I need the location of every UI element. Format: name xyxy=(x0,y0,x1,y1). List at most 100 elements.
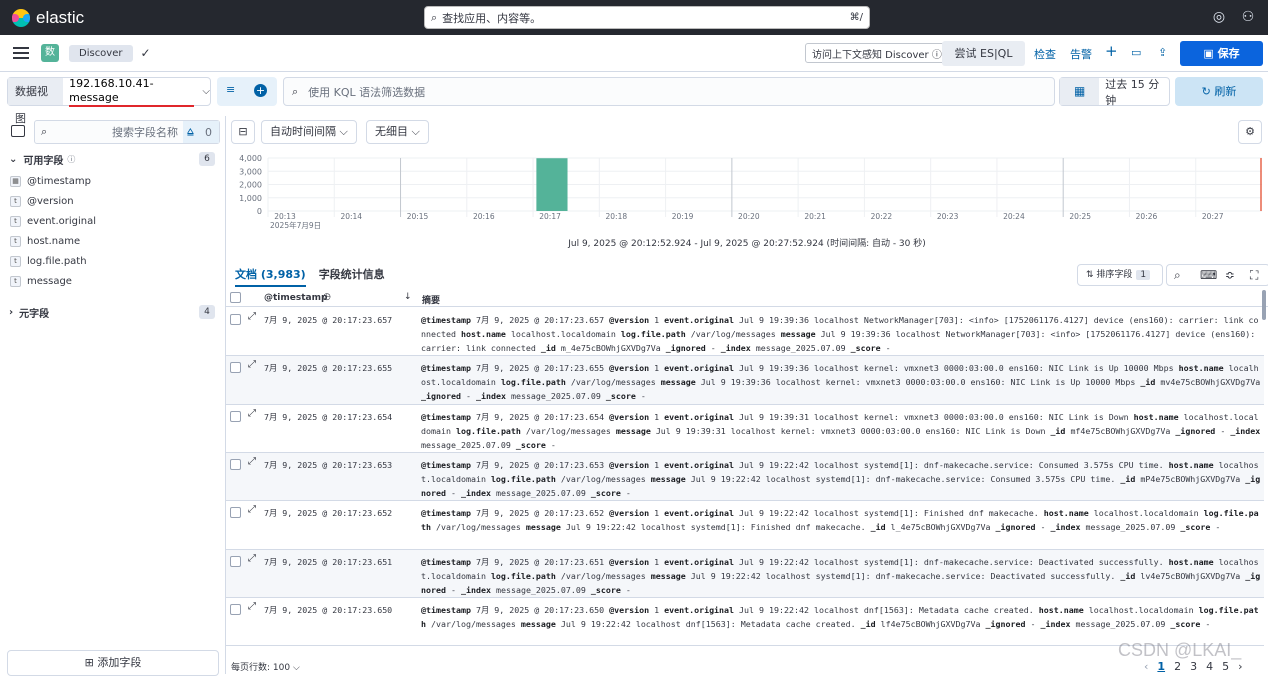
elastic-logo-icon xyxy=(12,8,30,27)
summary-value: message_2025.07.09 xyxy=(421,440,511,451)
table-row[interactable]: ⤢ 7月 9, 2025 @ 20:17:23.651 @timestamp 7月 … xyxy=(226,550,1264,598)
calendar-icon[interactable]: ▦ xyxy=(1060,78,1100,105)
scrollbar[interactable] xyxy=(1262,290,1266,320)
field-search-input[interactable]: ⌕ 搜索字段名称 ⩠ 0 xyxy=(34,120,220,144)
table-row[interactable]: ⤢ 7月 9, 2025 @ 20:17:23.655 @timestamp 7月 … xyxy=(226,356,1264,405)
next-page-icon[interactable]: › xyxy=(1238,660,1242,673)
row-checkbox[interactable] xyxy=(230,556,241,567)
field-filter-button[interactable]: ⩠ 0 xyxy=(183,121,219,143)
available-fields-toggle[interactable]: ⌄ 可用字段 ⓘ xyxy=(9,152,75,167)
table-row[interactable]: ⤢ 7月 9, 2025 @ 20:17:23.654 @timestamp 7月 … xyxy=(226,405,1264,453)
alerts-link[interactable]: 告警 xyxy=(1070,46,1092,62)
summary-column-header[interactable]: 摘要 xyxy=(422,293,440,306)
expand-row-icon[interactable]: ⤢ xyxy=(248,456,256,467)
rows-per-page-label: 每页行数: 100 xyxy=(231,663,291,673)
collapse-sidebar-icon[interactable] xyxy=(11,125,25,137)
summary-value: - xyxy=(550,440,556,451)
dataview-value[interactable]: 192.168.10.41-message xyxy=(69,77,195,107)
sort-fields-button[interactable]: ⇅ 排序字段 1 xyxy=(1077,264,1163,286)
search-icon: ⌕ xyxy=(431,10,438,24)
page-link[interactable]: 5 xyxy=(1222,660,1229,673)
select-all-checkbox[interactable] xyxy=(230,292,241,303)
summary-key: message xyxy=(650,571,686,582)
prev-page-icon[interactable]: ‹ xyxy=(1144,660,1148,673)
field-item[interactable]: ▦ @timestamp xyxy=(10,176,91,187)
timestamp-column-header[interactable]: @timestamp xyxy=(264,293,327,303)
interval-select[interactable]: 自动时间间隔 ⌵ xyxy=(261,120,357,144)
expand-row-icon[interactable]: ⤢ xyxy=(248,504,256,515)
row-checkbox[interactable] xyxy=(230,604,241,615)
expand-row-icon[interactable]: ⤢ xyxy=(248,311,256,322)
add-filter-icon[interactable]: + xyxy=(254,84,267,97)
meta-fields-toggle[interactable]: › 元字段 xyxy=(9,305,49,320)
row-checkbox[interactable] xyxy=(230,459,241,470)
filter-menu-icon[interactable]: ≡ xyxy=(226,83,235,96)
page-link[interactable]: 4 xyxy=(1206,660,1213,673)
sort-desc-icon[interactable]: ↓ xyxy=(404,292,412,302)
dataview-picker[interactable]: 数据视图 192.168.10.41-message ⌵ xyxy=(7,77,211,125)
add-icon[interactable]: + xyxy=(1105,42,1118,60)
available-fields-count: 6 xyxy=(199,152,215,166)
summary-key: _score xyxy=(1180,522,1211,533)
summary-key: @version xyxy=(609,363,650,373)
try-esql-button[interactable]: 尝试 ES|QL xyxy=(942,41,1025,66)
user-menu-icon[interactable]: ⚇ xyxy=(1240,9,1256,25)
search-icon[interactable]: ⌕ xyxy=(1174,268,1181,283)
expand-row-icon[interactable]: ⤢ xyxy=(248,359,256,370)
breakdown-select[interactable]: 无细目 ⌵ xyxy=(366,120,429,144)
help-icon[interactable]: ◎ xyxy=(1211,9,1227,25)
table-row[interactable]: ⤢ 7月 9, 2025 @ 20:17:23.650 @timestamp 7月 … xyxy=(226,598,1264,646)
sort-label: 排序字段 xyxy=(1096,270,1133,280)
expand-row-icon[interactable]: ⤢ xyxy=(248,408,256,419)
field-item[interactable]: t log.file.path xyxy=(10,256,87,267)
summary-value: 1 xyxy=(654,412,660,422)
breadcrumb[interactable]: Discover xyxy=(69,44,133,62)
chart-options-icon[interactable]: ⚙ xyxy=(1238,120,1262,144)
share-icon[interactable]: ⇪ xyxy=(1158,46,1167,59)
page-link[interactable]: 1 xyxy=(1157,660,1165,673)
display-settings-icon[interactable]: ≎ xyxy=(1225,268,1235,282)
row-checkbox[interactable] xyxy=(230,314,241,325)
page-link[interactable]: 2 xyxy=(1174,660,1181,673)
x-axis-sublabel: 2025年7月9日 xyxy=(270,220,321,230)
menu-toggle-icon[interactable] xyxy=(13,47,29,59)
row-checkbox[interactable] xyxy=(230,411,241,422)
expand-row-icon[interactable]: ⤢ xyxy=(248,601,256,612)
summary-key: _index xyxy=(1050,522,1081,533)
histogram-toggle-icon[interactable]: ⊟ xyxy=(231,120,255,144)
field-item[interactable]: t message xyxy=(10,276,72,287)
save-button[interactable]: ▣ 保存 xyxy=(1180,41,1263,66)
rows-per-page-select[interactable]: 每页行数: 100 ⌵ xyxy=(231,660,300,673)
summary-value: - xyxy=(885,343,891,354)
summary-value: /var/log/messages xyxy=(431,619,516,630)
keyboard-icon[interactable]: ⌨ xyxy=(1200,268,1217,282)
field-item[interactable]: t @version xyxy=(10,196,74,207)
context-aware-discover-button[interactable]: 访问上下文感知 Discover ⓘ xyxy=(805,43,949,63)
elastic-logo[interactable]: elastic xyxy=(12,8,112,28)
row-checkbox[interactable] xyxy=(230,507,241,518)
page-link[interactable]: 3 xyxy=(1190,660,1197,673)
summary-value: - xyxy=(1040,522,1046,533)
space-avatar[interactable]: 数 xyxy=(41,44,59,62)
fullscreen-icon[interactable]: ⛶ xyxy=(1250,268,1258,283)
open-folder-icon[interactable]: ▭ xyxy=(1131,46,1141,59)
table-row[interactable]: ⤢ 7月 9, 2025 @ 20:17:23.657 @timestamp 7月 … xyxy=(226,308,1264,356)
inspect-link[interactable]: 检查 xyxy=(1034,46,1056,62)
checkmark-icon[interactable]: ✓ xyxy=(141,46,151,60)
expand-row-icon[interactable]: ⤢ xyxy=(248,553,256,564)
kql-query-input[interactable]: ⌕ 使用 KQL 语法筛选数据 xyxy=(283,77,1055,106)
global-search-input[interactable]: ⌕ 查找应用、内容等。 ⌘/ xyxy=(424,6,870,29)
field-item[interactable]: t event.original xyxy=(10,216,96,227)
table-row[interactable]: ⤢ 7月 9, 2025 @ 20:17:23.653 @timestamp 7月 … xyxy=(226,453,1264,501)
tab-field-statistics[interactable]: 字段统计信息 xyxy=(319,266,385,287)
add-field-button[interactable]: ⊞ 添加字段 xyxy=(7,650,219,676)
table-row[interactable]: ⤢ 7月 9, 2025 @ 20:17:23.652 @timestamp 7月 … xyxy=(226,501,1264,550)
field-item[interactable]: t host.name xyxy=(10,236,80,247)
add-field-icon: ⊞ xyxy=(84,656,98,669)
refresh-button[interactable]: ↻ 刷新 xyxy=(1175,77,1263,106)
field-name: @timestamp xyxy=(27,176,91,187)
row-summary: @timestamp 7月 9, 2025 @ 20:17:23.654 @ve… xyxy=(421,410,1263,452)
tab-documents[interactable]: 文档 (3,983) xyxy=(235,266,306,287)
row-checkbox[interactable] xyxy=(230,362,241,373)
time-picker[interactable]: ▦ 过去 15 分钟 xyxy=(1059,77,1170,107)
